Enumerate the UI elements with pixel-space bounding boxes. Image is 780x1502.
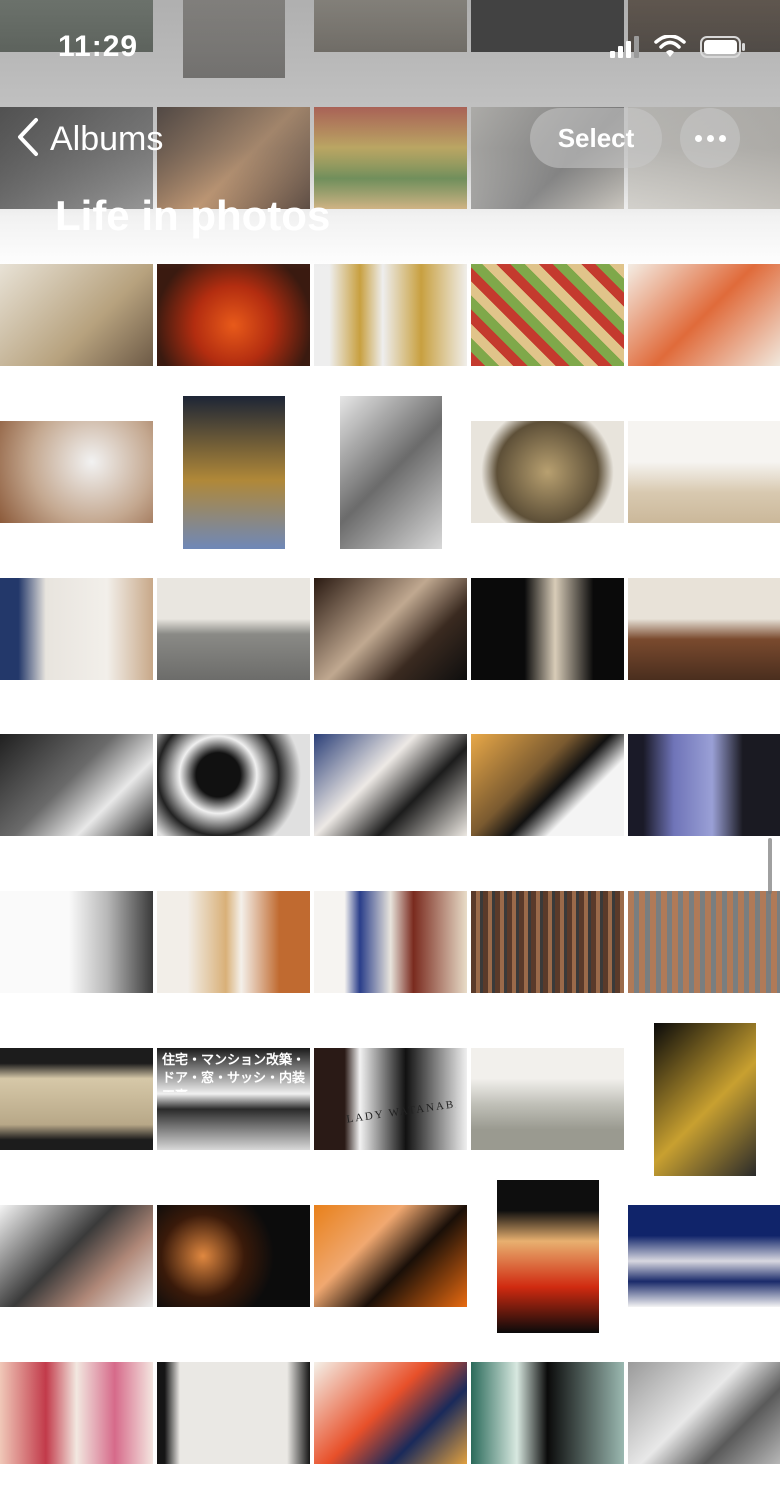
photo-thumbnail[interactable] bbox=[0, 1205, 153, 1307]
photo-thumbnail[interactable] bbox=[314, 734, 467, 836]
status-time: 11:29 bbox=[58, 30, 139, 63]
photo-thumbnail[interactable] bbox=[157, 1362, 310, 1464]
photo-thumbnail[interactable] bbox=[628, 1205, 780, 1307]
photo-thumbnail[interactable] bbox=[628, 891, 780, 993]
photo-thumbnail[interactable] bbox=[471, 734, 624, 836]
photo-sign-text: 住宅・マンション改築・ドア・窓・サッシ・内装工事 bbox=[162, 1053, 306, 1092]
scroll-indicator[interactable] bbox=[768, 838, 772, 894]
chevron-left-icon bbox=[16, 117, 40, 162]
photo-thumbnail[interactable] bbox=[471, 1362, 624, 1464]
photo-thumbnail[interactable] bbox=[0, 1048, 153, 1150]
photo-thumbnail[interactable] bbox=[314, 578, 467, 680]
select-button[interactable]: Select bbox=[530, 108, 662, 168]
wifi-icon bbox=[654, 33, 686, 64]
status-bar: 11:29 bbox=[0, 0, 780, 96]
photo-thumbnail[interactable] bbox=[157, 578, 310, 680]
photo-thumbnail[interactable] bbox=[157, 1205, 310, 1307]
photo-thumbnail[interactable] bbox=[471, 891, 624, 993]
status-icons bbox=[610, 33, 746, 64]
photo-thumbnail[interactable] bbox=[314, 264, 467, 366]
photo-thumbnail[interactable] bbox=[0, 264, 153, 366]
photo-thumbnail[interactable] bbox=[157, 264, 310, 366]
cellular-signal-icon bbox=[610, 35, 640, 63]
photo-thumbnail[interactable] bbox=[628, 1362, 780, 1464]
photo-thumbnail[interactable] bbox=[471, 421, 624, 523]
photo-thumbnail[interactable] bbox=[157, 891, 310, 993]
photo-thumbnail[interactable] bbox=[0, 578, 153, 680]
photo-thumbnail[interactable] bbox=[314, 891, 467, 993]
photo-thumbnail[interactable] bbox=[628, 578, 780, 680]
photo-thumbnail[interactable] bbox=[471, 264, 624, 366]
album-title: Life in photos bbox=[55, 192, 331, 239]
photo-thumbnail[interactable] bbox=[497, 1180, 599, 1333]
battery-icon bbox=[700, 35, 746, 64]
photo-thumbnail[interactable] bbox=[0, 421, 153, 523]
photo-thumbnail[interactable] bbox=[628, 264, 780, 366]
photo-thumbnail[interactable] bbox=[340, 396, 442, 549]
photo-thumbnail[interactable] bbox=[0, 891, 153, 993]
ellipsis-icon bbox=[694, 134, 726, 142]
navigation-bar: Albums Select bbox=[0, 104, 780, 174]
photo-thumbnail[interactable] bbox=[471, 578, 624, 680]
photo-thumbnail[interactable] bbox=[314, 1362, 467, 1464]
photo-thumbnail[interactable] bbox=[314, 1205, 467, 1307]
photo-thumbnail[interactable] bbox=[0, 734, 153, 836]
photo-thumbnail[interactable] bbox=[0, 1362, 153, 1464]
back-button[interactable]: Albums bbox=[16, 114, 163, 164]
photo-thumbnail[interactable] bbox=[628, 421, 780, 523]
more-options-button[interactable] bbox=[680, 108, 740, 168]
photo-thumbnail[interactable] bbox=[628, 734, 780, 836]
back-label: Albums bbox=[50, 119, 164, 158]
photo-thumbnail[interactable] bbox=[183, 396, 285, 549]
photo-thumbnail[interactable] bbox=[157, 734, 310, 836]
photo-thumbnail[interactable] bbox=[654, 1023, 756, 1176]
photo-thumbnail[interactable] bbox=[471, 1048, 624, 1150]
